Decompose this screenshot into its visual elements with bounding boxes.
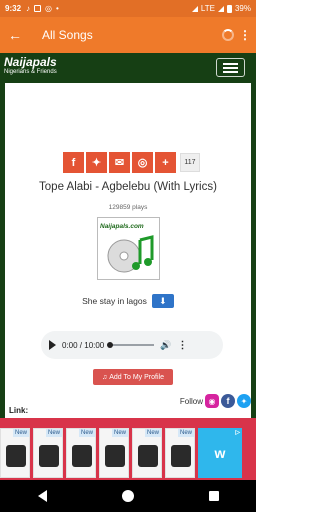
lyric-text: She stay in lagos: [82, 296, 147, 306]
download-arrow-icon: ⬇: [159, 295, 167, 306]
earbuds-icon: [6, 445, 26, 467]
facebook-share-button[interactable]: f: [63, 152, 84, 173]
download-button[interactable]: ⬇: [151, 294, 174, 308]
link-label: Link:: [9, 406, 29, 415]
song-artwork: Naijapals.com: [97, 217, 160, 280]
battery-icon: [226, 4, 232, 13]
new-badge: New: [177, 429, 194, 437]
audio-player: 0:00 / 10:00 🔊 ⋮: [41, 331, 223, 359]
image-icon: [34, 5, 42, 12]
wifi-icon: [191, 5, 198, 12]
ad-product-3[interactable]: New: [66, 428, 96, 478]
nav-recents-icon[interactable]: [208, 491, 219, 501]
hamburger-icon: [223, 62, 238, 65]
twitter-share-button[interactable]: ✦: [86, 152, 107, 173]
wish-ad-logo[interactable]: ▷ w: [198, 428, 242, 478]
email-share-button[interactable]: ✉: [109, 152, 130, 173]
music-note-icon: ♫: [102, 373, 110, 381]
flash-icon: [105, 445, 125, 467]
song-title: Tope Alabi - Agbelebu (With Lyrics): [39, 181, 217, 193]
more-options-icon[interactable]: ⋮: [234, 28, 256, 42]
add-to-profile-button[interactable]: ♫ Add To My Profile: [93, 369, 173, 385]
site-header: Naijapals Nigerians & Friends: [0, 53, 256, 83]
nav-home-icon[interactable]: [121, 490, 134, 502]
battery-level: 39%: [234, 4, 251, 13]
share-row: f ✦ ✉ ◎ + 117: [63, 152, 200, 173]
ad-product-2[interactable]: New: [33, 428, 63, 478]
ad-product-4[interactable]: New: [99, 428, 129, 478]
seek-knob[interactable]: [107, 342, 114, 348]
play-count: 129859 plays: [108, 204, 148, 211]
artwork-label: Naijapals.com: [100, 223, 144, 230]
notification-dot-icon: •: [56, 4, 59, 13]
facebook-icon[interactable]: f: [221, 394, 235, 408]
app-title: All Songs: [42, 28, 93, 42]
whatsapp-share-button[interactable]: ◎: [132, 152, 153, 173]
add-to-profile-label: Add To My Profile: [109, 373, 164, 381]
player-options-icon[interactable]: ⋮: [177, 340, 187, 351]
music-note-icon: ♪: [26, 4, 31, 13]
system-nav-bar: [0, 480, 256, 512]
app-bar: ← All Songs ⋮: [0, 17, 256, 53]
charging-case-icon: [171, 445, 191, 467]
new-badge: New: [111, 429, 128, 437]
loading-spinner-icon: [222, 29, 234, 41]
site-tagline: Nigerians & Friends: [4, 69, 57, 75]
follow-row: Follow ◉ f ✦: [180, 394, 251, 408]
ad-product-5[interactable]: New: [132, 428, 162, 478]
menu-toggle-button[interactable]: [216, 58, 245, 77]
lyric-line: She stay in lagos ⬇: [5, 294, 251, 308]
follow-label: Follow: [179, 396, 203, 406]
wish-brand-text: w: [214, 445, 226, 461]
whatsapp-icon: ◎: [45, 4, 52, 13]
site-logo[interactable]: Naijapals Nigerians & Friends: [4, 56, 57, 76]
status-time: 9:32: [5, 4, 22, 13]
lens-icon: [72, 445, 92, 467]
ad-product-1[interactable]: New: [0, 428, 30, 478]
volume-icon[interactable]: 🔊: [160, 340, 171, 351]
status-bar: 9:32 ♪ ◎ • LTE 39%: [0, 0, 256, 17]
network-type: LTE: [200, 4, 215, 13]
playback-time: 0:00 / 10:00: [62, 340, 105, 350]
site-name: Naijapals: [4, 55, 57, 69]
camera-rig-icon: [39, 445, 59, 467]
accessories-icon: [138, 445, 158, 467]
instagram-icon[interactable]: ◉: [205, 394, 219, 408]
twitter-icon[interactable]: ✦: [237, 394, 251, 408]
song-content: f ✦ ✉ ◎ + 117 Tope Alabi - Agbelebu (Wit…: [0, 83, 256, 418]
ad-product-6[interactable]: New: [165, 428, 195, 478]
new-badge: New: [45, 429, 62, 437]
ad-info-icon[interactable]: ▷: [235, 429, 240, 436]
more-share-button[interactable]: +: [155, 152, 176, 173]
new-badge: New: [144, 429, 161, 437]
new-badge: New: [12, 429, 29, 437]
back-arrow-icon[interactable]: ←: [0, 27, 30, 43]
ad-banner[interactable]: New New New New New New ▷ w: [0, 418, 256, 480]
play-icon[interactable]: [49, 340, 56, 350]
seek-slider[interactable]: [107, 342, 155, 348]
signal-icon: [217, 5, 224, 12]
nav-back-icon[interactable]: [37, 490, 47, 502]
new-badge: New: [78, 429, 95, 437]
share-count: 117: [180, 153, 200, 172]
